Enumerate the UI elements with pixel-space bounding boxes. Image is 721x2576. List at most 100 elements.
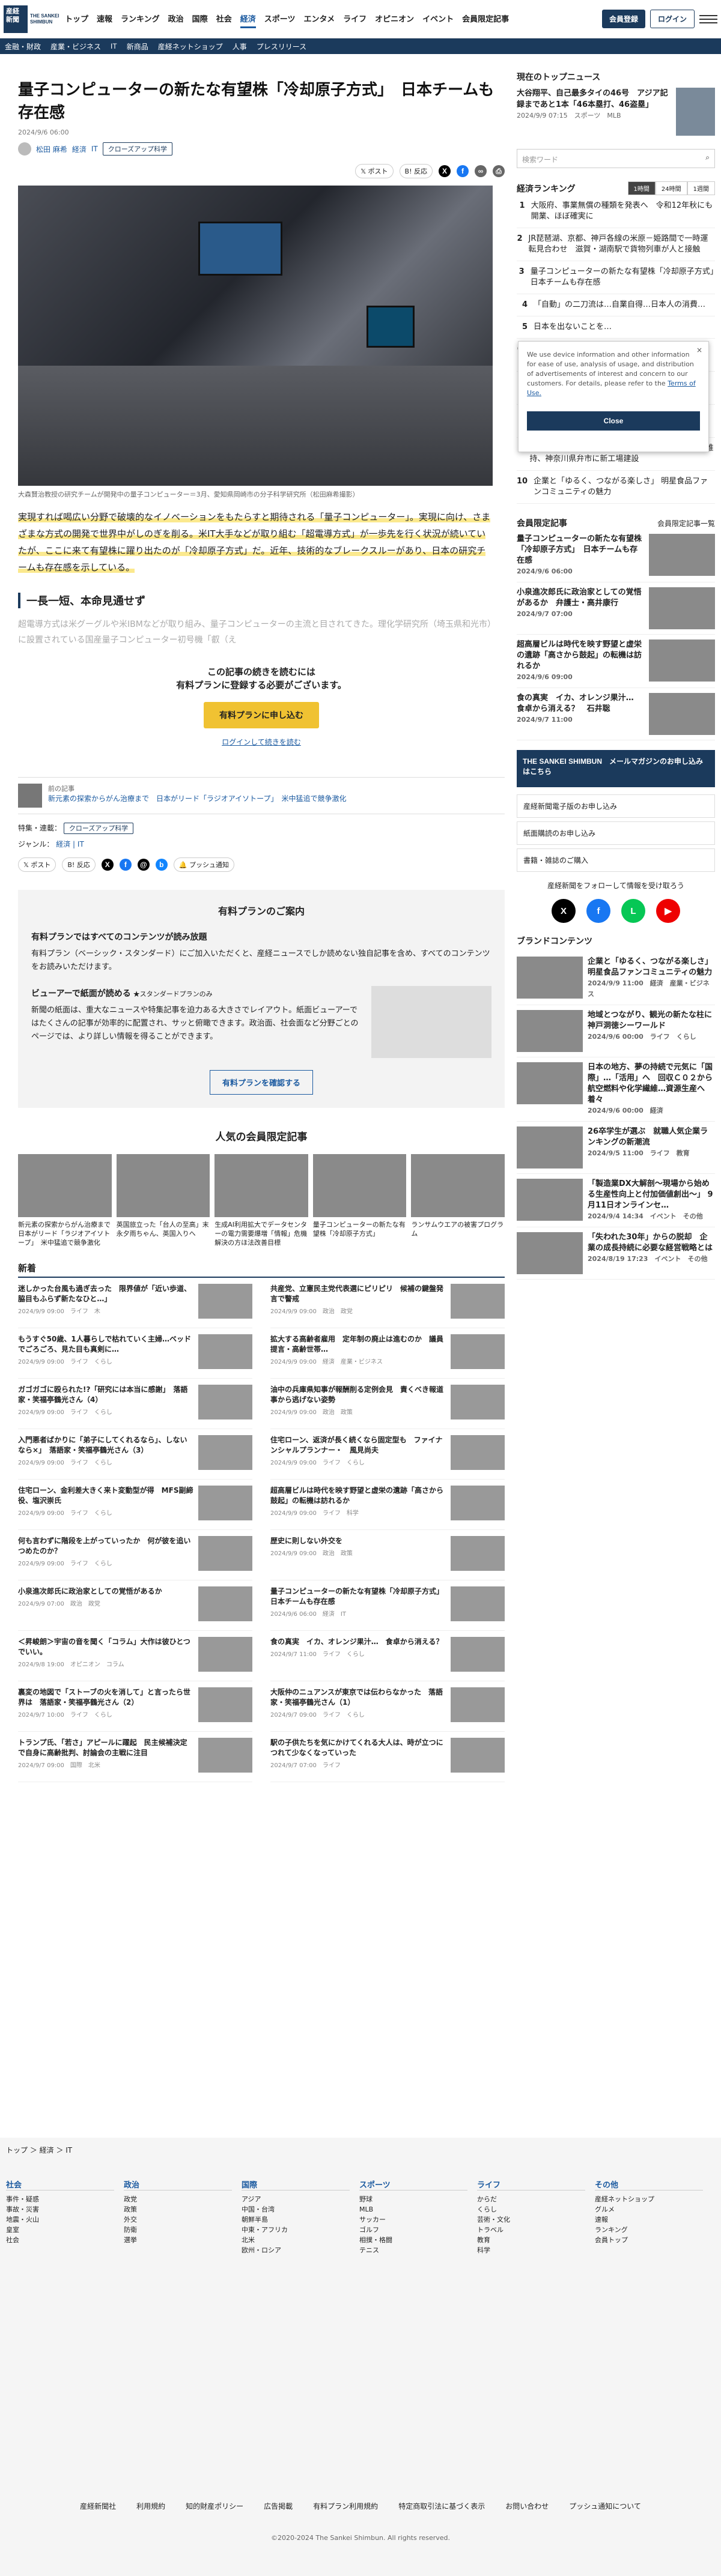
news-item[interactable]: 住宅ローン、返済が長く続くなら固定型も ファイナンシャルプランナー・ 風見尚夫 2… <box>270 1429 505 1480</box>
news-title[interactable]: 拡大する高齢者雇用 定年制の廃止は進むのか 議員提言・高齢世帯… <box>270 1334 446 1355</box>
breadcrumb[interactable]: トップ ＞ 経済 ＞ IT <box>6 2145 72 2155</box>
news-title[interactable]: 駅の子供たちを気にかけてくれる大人は、時が立つにつれて少なくなっていった <box>270 1738 446 1758</box>
news-item[interactable]: 食の真実 イカ、オレンジ果汁… 食卓から消える？ 2024/9/7 11:00 ラ… <box>270 1631 505 1681</box>
service-label[interactable]: 産経新聞電子版のお申し込み <box>523 801 617 811</box>
news-item[interactable]: 裏変の地図で「ストーブの火を消して」と言ったら世界は 落語家・笑福亭鶴光さん（2… <box>18 1681 252 1732</box>
news-title[interactable]: 入門悪者ばかりに「弟子にしてくれるなら」、しないなら×」 落語家・笑福亭鶴光さん… <box>18 1435 193 1456</box>
limited-item[interactable]: 量子コンピューターの新たな有望株「冷却原子方式」 日本チームも存在感 2024/9… <box>517 529 715 582</box>
brand-item[interactable]: 地域とつながり、観光の新たな柱に 神戸洞徳シーワールド 2024/9/6 00:0… <box>517 1005 720 1057</box>
limited-text[interactable]: 小泉進次郎氏に政治家としての覚悟があるか 弁護士・高井康行 2024/9/7 07… <box>517 587 644 629</box>
genre-link[interactable]: 経済 | IT <box>56 840 84 848</box>
news-title[interactable]: 歴史に則しない外交を <box>270 1536 446 1546</box>
footer-col-item[interactable]: 政党 <box>124 2194 232 2204</box>
footer-link[interactable]: 利用規約 <box>136 2501 165 2511</box>
limited-title[interactable]: 量子コンピューターの新たな有望株「冷却原子方式」 日本チームも存在感 <box>517 534 644 566</box>
limited-text[interactable]: 超高層ビルは時代を映す野望と虚栄の遺跡「高さから鼓起」の転機は訪れるか 2024/… <box>517 639 644 683</box>
ranking-tab[interactable]: 24時間 <box>655 181 687 195</box>
x-icon[interactable]: X <box>439 165 451 177</box>
footer-col-title[interactable]: その他 <box>595 2178 703 2191</box>
service-button[interactable]: 書籍・雑誌のご購入 <box>517 848 715 872</box>
login-button[interactable]: ログイン <box>650 10 695 28</box>
popular-item[interactable]: 生成AI利用拡大でデータセンターの電力需要爆増「情報」危機解決の方ほ法改善目標 <box>214 1154 308 1247</box>
newsletter-banner[interactable]: THE SANKEI SHIMBUN メールマガジンのお申し込みはこちら <box>517 750 715 787</box>
link-icon[interactable]: ∞ <box>475 165 487 177</box>
footer-col-item[interactable]: からだ <box>477 2194 585 2204</box>
news-title[interactable]: 裏変の地図で「ストーブの火を消して」と言ったら世界は 落語家・笑福亭鶴光さん（2… <box>18 1687 193 1708</box>
nav-item[interactable]: ランキング <box>121 10 160 28</box>
youtube-icon[interactable]: ▶ <box>656 899 680 923</box>
footer-col-item[interactable]: 中東・アフリカ <box>242 2225 350 2235</box>
news-text[interactable]: 共産党、立憲民主党代表選にピリピリ 候補の鍵盤発言で警戒 2024/9/9 09:… <box>270 1284 446 1322</box>
nav-item[interactable]: エンタメ <box>303 10 335 28</box>
ranking-text[interactable]: 量子コンピューターの新たな有望株「冷却原子方式」 日本チームも存在感 <box>531 267 721 288</box>
brand-title[interactable]: 「製造業DX大解剖～現場から始める生産性向上と付加価値創出～」 9月11日オンラ… <box>588 1179 715 1211</box>
ranking-text[interactable]: 大阪府、事業無償の種類を発表へ 令和12年秋にも開業、ほぼ確実に <box>531 201 715 222</box>
footer-col-item[interactable]: 皇室 <box>6 2225 114 2235</box>
x-icon[interactable]: X <box>101 859 114 871</box>
nav-item[interactable]: ライフ <box>343 10 367 28</box>
threads-icon[interactable]: @ <box>137 859 150 871</box>
news-item[interactable]: 拡大する高齢者雇用 定年制の廃止は進むのか 議員提言・高齢世帯… 2024/9/9… <box>270 1328 505 1379</box>
brand-text[interactable]: 「製造業DX大解剖～現場から始める生産性向上と付加価値創出～」 9月11日オンラ… <box>588 1179 715 1222</box>
news-title[interactable]: 共産党、立憲民主党代表選にピリピリ 候補の鍵盤発言で警戒 <box>270 1284 446 1304</box>
footer-col-title[interactable]: 社会 <box>6 2178 114 2191</box>
news-title[interactable]: 食の真実 イカ、オレンジ果汁… 食卓から消える？ <box>270 1637 446 1647</box>
series-tag[interactable]: クローズアップ科学 <box>63 823 134 834</box>
news-title[interactable]: 超高層ビルは時代を映す野望と虚栄の遺跡「高さから鼓起」の転機は訪れるか <box>270 1486 446 1506</box>
ranking-text[interactable]: 日本を出ないことを… <box>534 322 612 333</box>
limited-item[interactable]: 超高層ビルは時代を映す野望と虚栄の遺跡「高さから鼓起」の転機は訪れるか 2024/… <box>517 635 715 688</box>
news-text[interactable]: もうすぐ50歳、1人暮らしで枯れていく主婦…ベッドでごろごろ、見た目も真剣に… 2… <box>18 1334 193 1372</box>
nav-item[interactable]: 経済 <box>240 10 256 28</box>
footer-col-item[interactable]: テニス <box>359 2245 467 2255</box>
news-text[interactable]: 駅の子供たちを気にかけてくれる大人は、時が立つにつれて少なくなっていった 2024… <box>270 1738 446 1776</box>
prev-title[interactable]: 新元素の探索からがん治療まで 日本がリード「ラジオアイソトープ」 米中猛追で競争… <box>48 793 346 803</box>
line-icon[interactable]: L <box>621 899 645 923</box>
brand-text[interactable]: 地域とつながり、観光の新たな柱に 神戸洞徳シーワールド 2024/9/6 00:0… <box>588 1010 720 1052</box>
hatena-button[interactable]: B! 反応 <box>399 164 433 178</box>
limited-item[interactable]: 小泉進次郎氏に政治家としての覚悟があるか 弁護士・高井康行 2024/9/7 07… <box>517 582 715 635</box>
limited-title[interactable]: 食の真実 イカ、オレンジ果汁… 食卓から消える？ 石井聡 <box>517 693 644 715</box>
hatena-button-bottom[interactable]: B! 反応 <box>62 857 96 872</box>
top-news-text[interactable]: 大谷翔平、自己最多タイの46号 アジア記録まであと1本「46本塁打、46盗塁」 <box>517 88 671 110</box>
news-title[interactable]: トランプ氏、「若さ」アピールに躍起 民主候補決定で自身に高齢批判、討論会の主戦に… <box>18 1738 193 1758</box>
news-item[interactable]: 油中の兵庫県知事が報酬削る定例会見 責くべき報道事から逃げない姿勢 2024/9/… <box>270 1379 505 1429</box>
footer-col-item[interactable]: サッカー <box>359 2215 467 2225</box>
news-item[interactable]: 迷しかった台風も過ぎ去った 限界値が「近い歩道、脇目もふらず新たなひと…」 202… <box>18 1278 252 1328</box>
footer-col-item[interactable]: 外交 <box>124 2215 232 2225</box>
brand-title[interactable]: 地域とつながり、観光の新たな柱に 神戸洞徳シーワールド <box>588 1010 720 1032</box>
news-title[interactable]: 何も言わずに階段を上がっていったか 何が彼を追いつめたのか？ <box>18 1536 193 1556</box>
footer-col-item[interactable]: 産経ネットショップ <box>595 2194 703 2204</box>
news-item[interactable]: 歴史に則しない外交を 2024/9/9 09:00 政治 政策 <box>270 1530 505 1580</box>
popular-item[interactable]: 英国旅立った「台人の至高」末永夕雨ちゃん、英国入りへ <box>116 1154 210 1247</box>
search-icon[interactable]: ⌕ <box>705 153 710 162</box>
news-item[interactable]: 入門悪者ばかりに「弟子にしてくれるなら」、しないなら×」 落語家・笑福亭鶴光さん… <box>18 1429 252 1480</box>
footer-link[interactable]: プッシュ通知について <box>569 2501 641 2511</box>
brand-item[interactable]: 「製造業DX大解剖～現場から始める生産性向上と付加価値創出～」 9月11日オンラ… <box>517 1174 715 1227</box>
ranking-item[interactable]: 2 JR琵琶湖、京都、神戸各線の米原－姫路間で一時運転見合わせ 滋賀・湖南駅で貨物… <box>517 228 715 261</box>
footer-col-item[interactable]: 選挙 <box>124 2235 232 2245</box>
news-text[interactable]: 量子コンピューターの新たな有望株「冷却原子方式」 日本チームも存在感 2024/9… <box>270 1586 447 1624</box>
popular-text[interactable]: 生成AI利用拡大でデータセンターの電力需要爆増「情報」危機解決の方ほ法改善目標 <box>214 1220 308 1247</box>
subnav-item[interactable]: 産経ネットショップ <box>158 41 223 52</box>
footer-col-item[interactable]: 欧州・ロシア <box>242 2245 350 2255</box>
news-item[interactable]: 共産党、立憲民主党代表選にピリピリ 候補の鍵盤発言で警戒 2024/9/9 09:… <box>270 1278 505 1328</box>
footer-col-item[interactable]: 速報 <box>595 2215 703 2225</box>
service-button[interactable]: 産経新聞電子版のお申し込み <box>517 794 715 818</box>
brand-item[interactable]: 「失われた30年」からの脱却 企業の成長持続に必要な経営戦略とは 2024/8/1… <box>517 1227 715 1280</box>
check-plan-button[interactable]: 有料プランを確認する <box>209 1070 313 1095</box>
news-item[interactable]: 住宅ローン、金利差大きく来ト変動型が得 MFS副締役、塩沢崇氏 2024/9/9 … <box>18 1480 252 1530</box>
footer-col-item[interactable]: 野球 <box>359 2194 467 2204</box>
footer-col-item[interactable]: 事故・災害 <box>6 2204 114 2215</box>
ranking-item[interactable]: 5 日本を出ないことを… <box>517 316 715 339</box>
register-button[interactable]: 会員登録 <box>601 10 645 28</box>
nav-item[interactable]: スポーツ <box>264 10 296 28</box>
limited-item[interactable]: 食の真実 イカ、オレンジ果汁… 食卓から消える？ 石井聡 2024/9/7 11:… <box>517 688 715 740</box>
push-notify-button[interactable]: 🔔 プッシュ通知 <box>173 857 235 872</box>
footer-col-item[interactable]: 防衛 <box>124 2225 232 2235</box>
ranking-item[interactable]: 10 企業と「ゆるく、つながる楽しさ」 明星食品ファンコミュニティの魅力 <box>517 471 715 504</box>
brand-item[interactable]: 26卒学生が選ぶ 就職人気企業ランキングの新潮流 2024/9/5 11:00 ラ… <box>517 1122 715 1174</box>
news-title[interactable]: 量子コンピューターの新たな有望株「冷却原子方式」 日本チームも存在感 <box>270 1586 447 1607</box>
nav-item[interactable]: 国際 <box>192 10 208 28</box>
popular-text[interactable]: 量子コンピューターの新たな有望株「冷却原子方式」 <box>313 1220 407 1238</box>
limited-title[interactable]: 超高層ビルは時代を映す野望と虚栄の遺跡「高さから鼓起」の転機は訪れるか <box>517 639 644 672</box>
